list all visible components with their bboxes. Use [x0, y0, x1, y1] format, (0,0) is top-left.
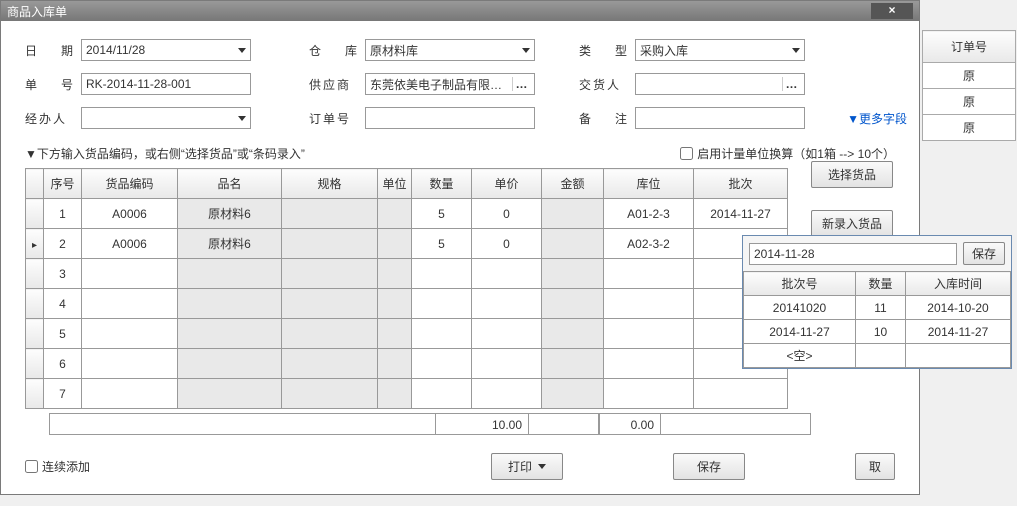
handler-label: 经办人: [25, 110, 81, 127]
date-field[interactable]: 2014/11/28: [81, 39, 251, 61]
batch-input[interactable]: 2014-11-28: [749, 243, 957, 265]
bg-order-header: 订单号: [923, 31, 1016, 63]
new-goods-button[interactable]: 新录入货品: [811, 210, 893, 237]
docno-label: 单 号: [25, 76, 81, 93]
table-row[interactable]: 5: [26, 319, 788, 349]
chevron-down-icon: [538, 464, 546, 469]
unit-conv-checkbox[interactable]: [680, 147, 693, 160]
more-fields-link[interactable]: ▼更多字段: [847, 110, 907, 127]
totals-row: 10.00 0.00: [49, 413, 811, 435]
warehouse-label: 仓 库: [309, 42, 365, 59]
grid-header-row: 序号 货品编码 品名 规格 单位 数量 单价 金额 库位 批次: [26, 169, 788, 199]
delivery-label: 交货人: [579, 76, 635, 93]
side-buttons: 选择货品 新录入货品: [811, 161, 893, 237]
batch-row[interactable]: 2014-11-27102014-11-27: [744, 320, 1011, 344]
close-icon[interactable]: ×: [871, 3, 913, 19]
dialog-titlebar: 商品入库单 ×: [1, 1, 919, 21]
chevron-down-icon: [522, 48, 530, 53]
table-row[interactable]: 7: [26, 379, 788, 409]
batch-row[interactable]: 20141020112014-10-20: [744, 296, 1011, 320]
hint-text: ▼下方输入货品编码，或右侧“选择货品”或“条码录入”: [25, 145, 305, 162]
chevron-down-icon: [238, 116, 246, 121]
orderno-label: 订单号: [309, 110, 365, 127]
table-row[interactable]: 6: [26, 349, 788, 379]
table-row[interactable]: 4: [26, 289, 788, 319]
ellipsis-icon[interactable]: …: [782, 77, 800, 91]
save-button[interactable]: 保存: [673, 453, 745, 480]
table-row[interactable]: 2A0006 原材料6 5 0 A02-3-2: [26, 229, 788, 259]
popup-save-button[interactable]: 保存: [963, 242, 1005, 265]
form-area: 日 期 2014/11/28 仓 库 原材料库 类 型 采购入库 单: [1, 21, 919, 145]
docno-field[interactable]: RK-2014-11-28-001: [81, 73, 251, 95]
warehouse-field[interactable]: 原材料库: [365, 39, 535, 61]
cancel-button[interactable]: 取: [855, 453, 895, 480]
unit-conv-label: 启用计量单位换算（如1箱 --> 10个）: [697, 145, 895, 162]
supplier-field[interactable]: 东莞依美电子制品有限公司…… …: [365, 73, 535, 95]
dialog-title-text: 商品入库单: [7, 3, 67, 20]
print-button[interactable]: 打印: [491, 453, 563, 480]
remark-label: 备 注: [579, 110, 635, 127]
handler-field[interactable]: [81, 107, 251, 129]
chevron-down-icon: [238, 48, 246, 53]
items-grid[interactable]: 序号 货品编码 品名 规格 单位 数量 单价 金额 库位 批次 1A0006 原…: [25, 168, 788, 409]
continuous-add[interactable]: 连续添加: [25, 458, 90, 475]
supplier-label: 供应商: [309, 76, 365, 93]
batch-table[interactable]: 批次号 数量 入库时间 20141020112014-10-20 2014-11…: [743, 271, 1011, 368]
continuous-checkbox[interactable]: [25, 460, 38, 473]
remark-field[interactable]: [635, 107, 805, 129]
total-qty: 10.00: [435, 413, 529, 435]
orderno-field[interactable]: [365, 107, 535, 129]
batch-popup: 2014-11-28 保存 批次号 数量 入库时间 20141020112014…: [742, 235, 1012, 369]
chevron-down-icon: [792, 48, 800, 53]
total-amount: 0.00: [599, 413, 661, 435]
dialog-footer: 连续添加 打印 保存 取: [25, 453, 895, 480]
type-label: 类 型: [579, 42, 635, 59]
background-order-table: 订单号 原 原 原: [922, 30, 1016, 141]
select-goods-button[interactable]: 选择货品: [811, 161, 893, 188]
table-row[interactable]: 1A0006 原材料6 5 0 A01-2-32014-11-27: [26, 199, 788, 229]
type-field[interactable]: 采购入库: [635, 39, 805, 61]
delivery-field[interactable]: …: [635, 73, 805, 95]
hint-row: ▼下方输入货品编码，或右侧“选择货品”或“条码录入” 启用计量单位换算（如1箱 …: [1, 145, 919, 168]
date-label: 日 期: [25, 42, 81, 59]
ellipsis-icon[interactable]: …: [512, 77, 530, 91]
batch-row-empty[interactable]: <空>: [744, 344, 1011, 368]
table-row[interactable]: 3: [26, 259, 788, 289]
